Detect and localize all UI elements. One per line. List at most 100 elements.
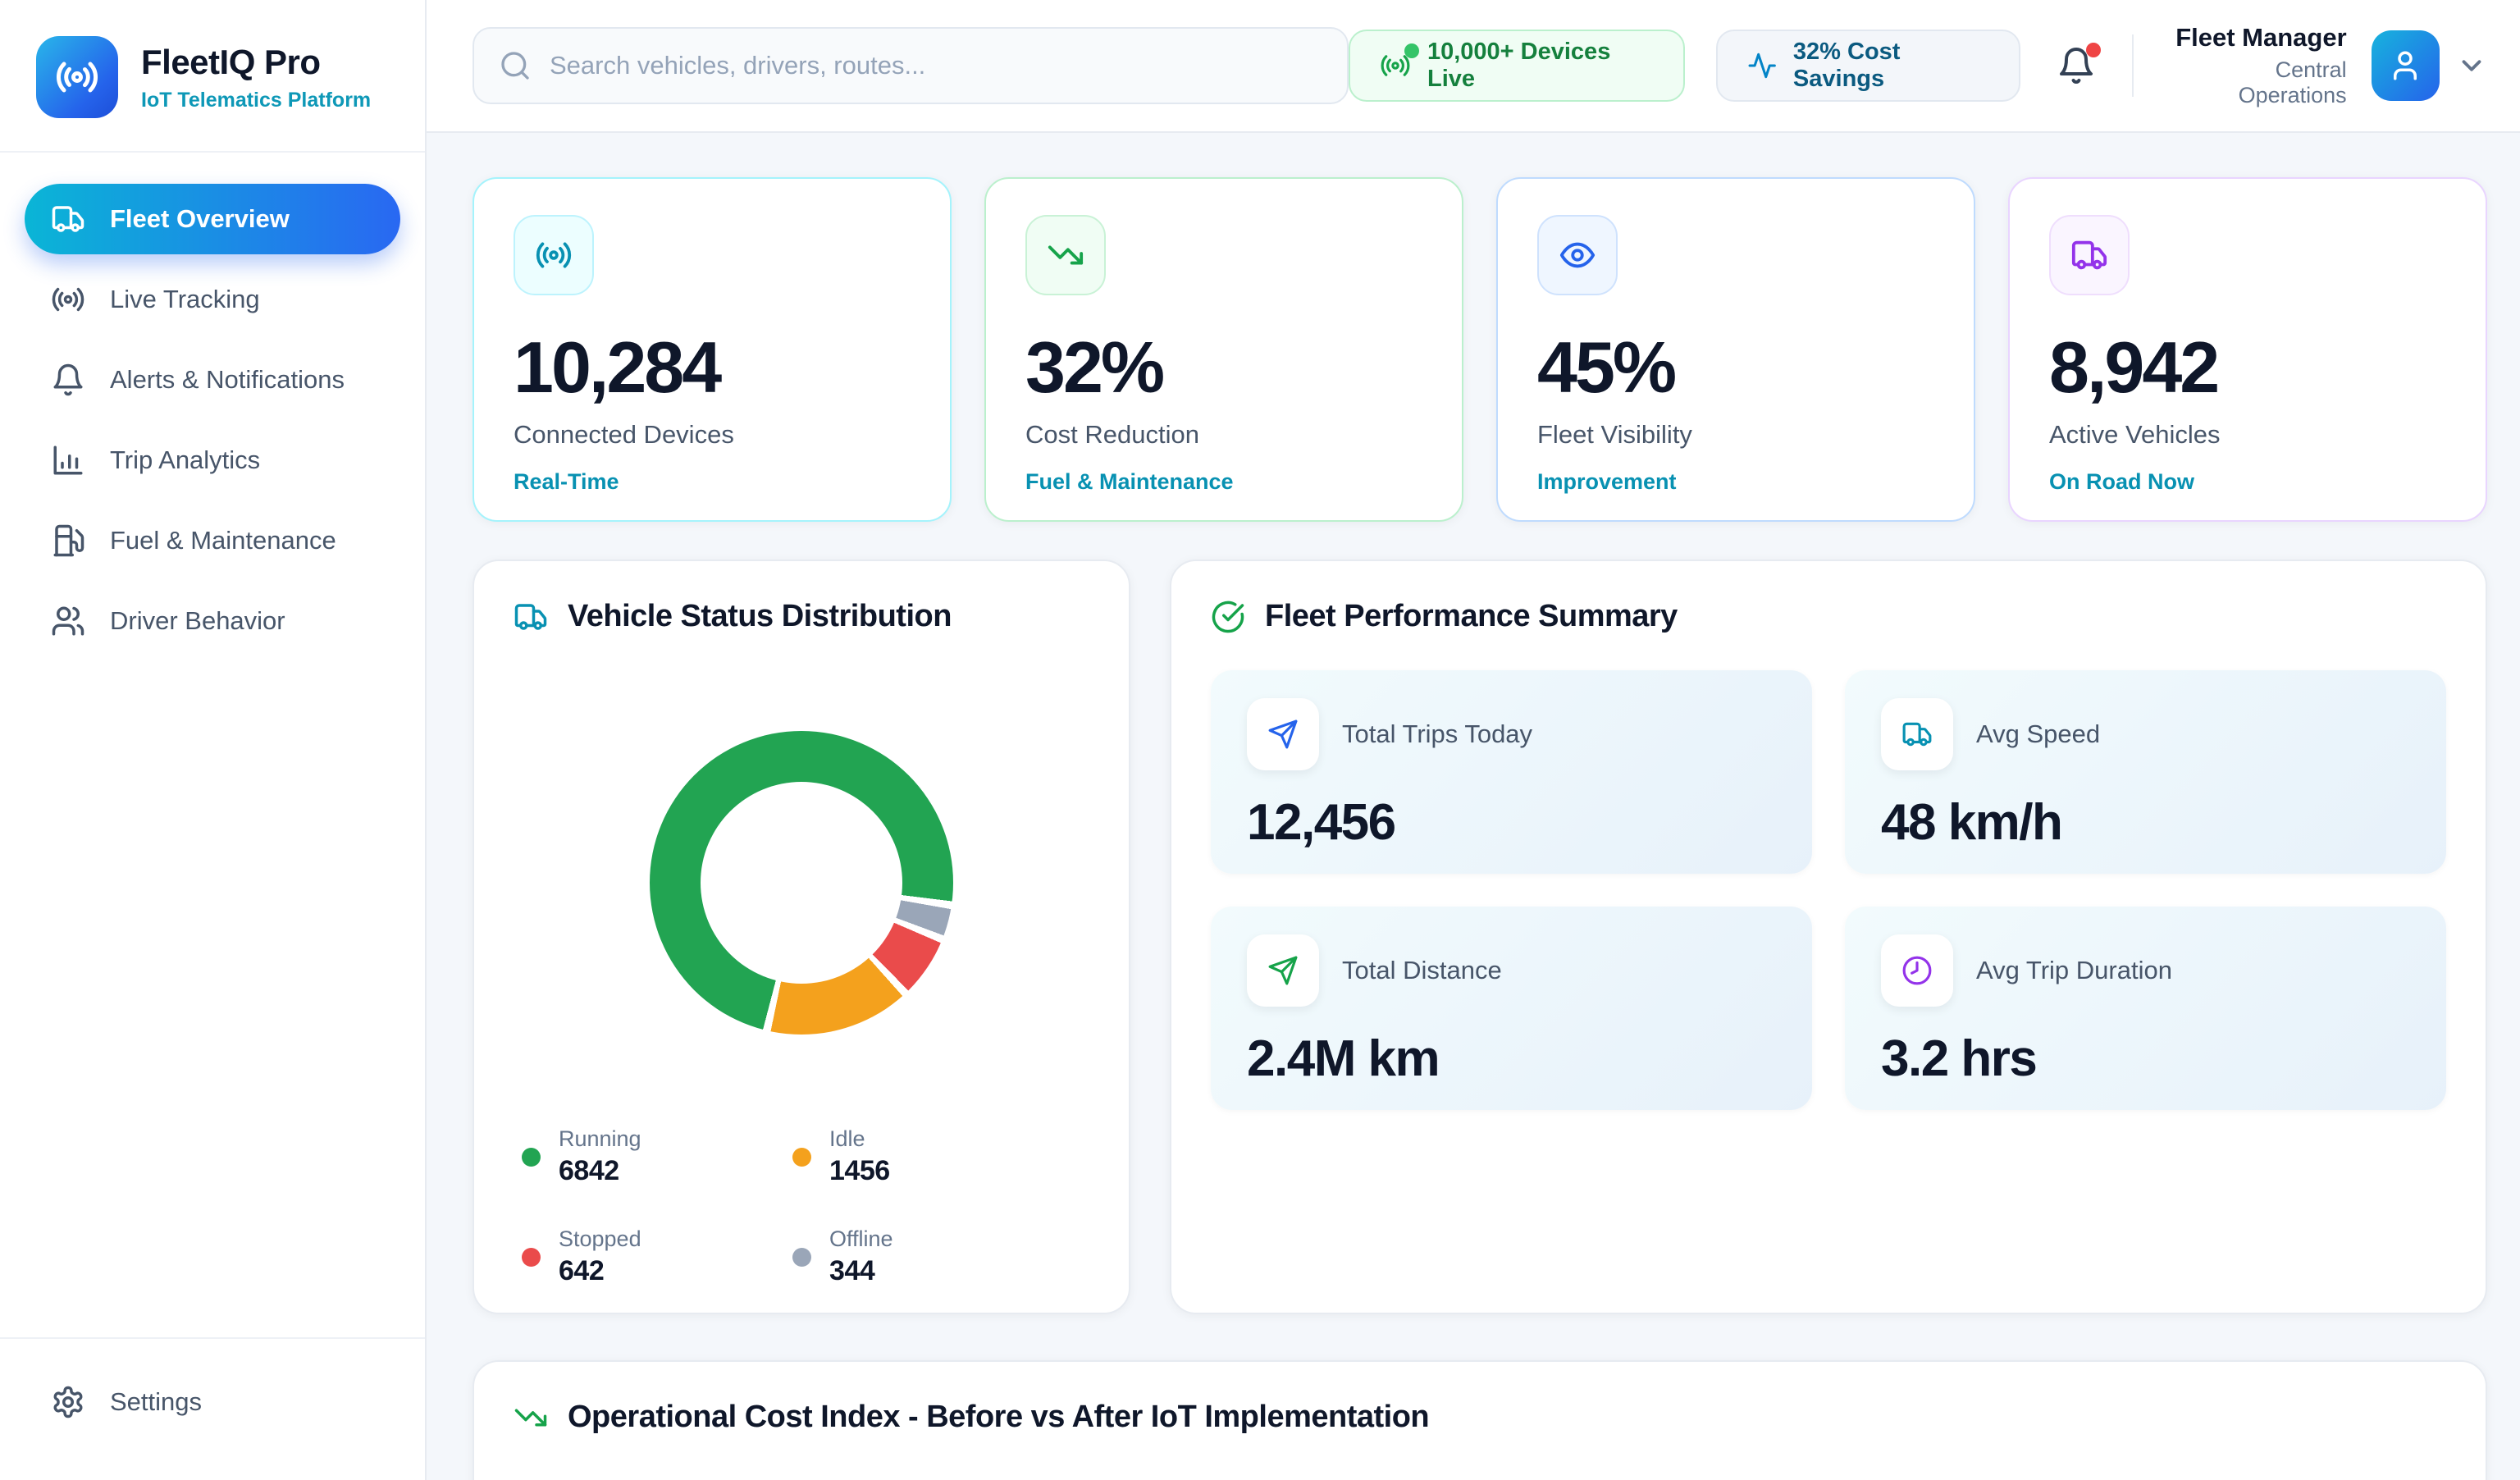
stat-card-connected-devices: 10,284 Connected Devices Real-Time — [472, 177, 952, 522]
sidebar-item-label: Driver Behavior — [110, 606, 285, 636]
legend-dot — [522, 1248, 541, 1267]
tile-value: 12,456 — [1247, 793, 1776, 852]
live-pulse-dot — [1404, 43, 1419, 58]
cost-savings-badge: 32% Cost Savings — [1716, 30, 2021, 102]
user-menu-toggle[interactable] — [2456, 50, 2487, 81]
activity-icon — [1747, 50, 1777, 81]
app-title: FleetIQ Pro — [141, 43, 371, 82]
stat-icon-tile — [1025, 215, 1106, 295]
stat-icon-tile — [1537, 215, 1618, 295]
bell-icon — [51, 363, 85, 397]
sidebar-item-label: Fuel & Maintenance — [110, 526, 336, 555]
main-content: 10,284 Connected Devices Real-Time 32% C… — [427, 133, 2520, 1480]
app-logo-block: FleetIQ Pro IoT Telematics Platform — [0, 0, 425, 151]
legend-label: Running — [559, 1126, 641, 1152]
stat-card-active-vehicles: 8,942 Active Vehicles On Road Now — [2008, 177, 2487, 522]
radio-icon — [51, 282, 85, 317]
tile-label: Avg Trip Duration — [1976, 956, 2172, 985]
legend-label: Offline — [829, 1226, 893, 1252]
search-box[interactable] — [472, 27, 1349, 104]
sidebar-item-trip-analytics[interactable]: Trip Analytics — [25, 425, 400, 496]
truck-icon — [514, 600, 548, 634]
search-icon — [499, 49, 532, 82]
tile-label: Total Distance — [1342, 956, 1502, 985]
user-org: Central Operations — [2166, 57, 2347, 108]
radio-icon — [535, 236, 573, 274]
perf-tile-avg-speed: Avg Speed 48 km/h — [1845, 670, 2446, 874]
cost-index-chart: 120 — [474, 1455, 2486, 1480]
tile-value: 3.2 hrs — [1881, 1030, 2410, 1088]
tile-icon-box — [1881, 934, 1953, 1007]
user-info: Fleet Manager Central Operations — [2166, 23, 2347, 108]
tile-label: Total Trips Today — [1342, 719, 1532, 749]
truck-icon — [51, 202, 85, 236]
sidebar-item-fuel-maintenance[interactable]: Fuel & Maintenance — [25, 505, 400, 576]
clock-icon — [1901, 955, 1933, 986]
legend-item-running: Running 6842 — [522, 1126, 792, 1187]
stat-label: Active Vehicles — [2049, 420, 2446, 450]
notification-dot — [2086, 43, 2101, 57]
gear-icon — [51, 1385, 85, 1419]
fuel-icon — [51, 523, 85, 558]
tile-value: 48 km/h — [1881, 793, 2410, 852]
sidebar-item-alerts[interactable]: Alerts & Notifications — [25, 345, 400, 415]
send-icon — [1267, 955, 1299, 986]
legend-label: Idle — [829, 1126, 890, 1152]
search-input[interactable] — [550, 51, 1322, 80]
legend-value: 1456 — [829, 1155, 890, 1187]
legend-value: 642 — [559, 1255, 641, 1287]
stat-card-cost-reduction: 32% Cost Reduction Fuel & Maintenance — [984, 177, 1463, 522]
radio-icon — [55, 55, 99, 99]
sidebar-item-driver-behavior[interactable]: Driver Behavior — [25, 586, 400, 656]
user-icon — [2388, 48, 2422, 83]
sidebar-item-fleet-overview[interactable]: Fleet Overview — [25, 184, 400, 254]
perf-tile-total-trips: Total Trips Today 12,456 — [1211, 670, 1812, 874]
sidebar-item-label: Settings — [110, 1387, 202, 1417]
tile-label: Avg Speed — [1976, 719, 2100, 749]
sidebar-item-live-tracking[interactable]: Live Tracking — [25, 264, 400, 335]
truck-icon — [2070, 236, 2108, 274]
sidebar-item-label: Alerts & Notifications — [110, 365, 345, 395]
stat-value: 32% — [1025, 331, 1422, 404]
sidebar-item-label: Live Tracking — [110, 285, 260, 314]
legend-dot — [792, 1248, 811, 1267]
panel-title: Operational Cost Index - Before vs After… — [568, 1400, 1429, 1435]
stat-value: 45% — [1537, 331, 1934, 404]
donut-legend: Running 6842 Idle 1456 Stopped 642 — [474, 1126, 1129, 1287]
sidebar-item-label: Fleet Overview — [110, 204, 290, 234]
tile-value: 2.4M km — [1247, 1030, 1776, 1088]
truck-icon — [1901, 719, 1933, 750]
avatar[interactable] — [2372, 30, 2440, 101]
panel-title: Vehicle Status Distribution — [568, 599, 952, 634]
devices-live-badge: 10,000+ Devices Live — [1349, 30, 1685, 102]
legend-item-offline: Offline 344 — [792, 1226, 1063, 1287]
app-tagline: IoT Telematics Platform — [141, 89, 371, 112]
stat-card-fleet-visibility: 45% Fleet Visibility Improvement — [1496, 177, 1975, 522]
devices-live-label: 10,000+ Devices Live — [1427, 39, 1654, 93]
stat-label: Cost Reduction — [1025, 420, 1422, 450]
legend-label: Stopped — [559, 1226, 641, 1252]
stat-value: 10,284 — [514, 331, 911, 404]
trending-down-icon — [514, 1400, 548, 1435]
tile-icon-box — [1247, 934, 1319, 1007]
fleet-performance-panel: Fleet Performance Summary Total Trips To… — [1170, 560, 2487, 1314]
check-circle-icon — [1211, 600, 1245, 634]
app-logo — [36, 36, 118, 118]
stat-icon-tile — [2049, 215, 2130, 295]
notifications-button[interactable] — [2057, 46, 2096, 85]
eye-icon — [1559, 236, 1596, 274]
legend-item-idle: Idle 1456 — [792, 1126, 1063, 1187]
tile-icon-box — [1881, 698, 1953, 770]
chevron-down-icon — [2456, 50, 2487, 81]
trending-down-icon — [1047, 236, 1084, 274]
sidebar-item-settings[interactable]: Settings — [25, 1367, 400, 1437]
perf-tile-total-distance: Total Distance 2.4M km — [1211, 907, 1812, 1110]
stat-sublabel: Real-Time — [514, 469, 911, 495]
sidebar-item-label: Trip Analytics — [110, 445, 260, 475]
vehicle-status-panel: Vehicle Status Distribution Running 6842… — [472, 560, 1130, 1314]
vehicle-status-donut — [650, 731, 953, 1035]
cost-savings-label: 32% Cost Savings — [1793, 39, 1989, 93]
stat-sublabel: On Road Now — [2049, 469, 2446, 495]
sidebar-nav: Fleet Overview Live Tracking Alerts & No… — [0, 153, 425, 666]
cost-index-panel: Operational Cost Index - Before vs After… — [472, 1360, 2487, 1480]
